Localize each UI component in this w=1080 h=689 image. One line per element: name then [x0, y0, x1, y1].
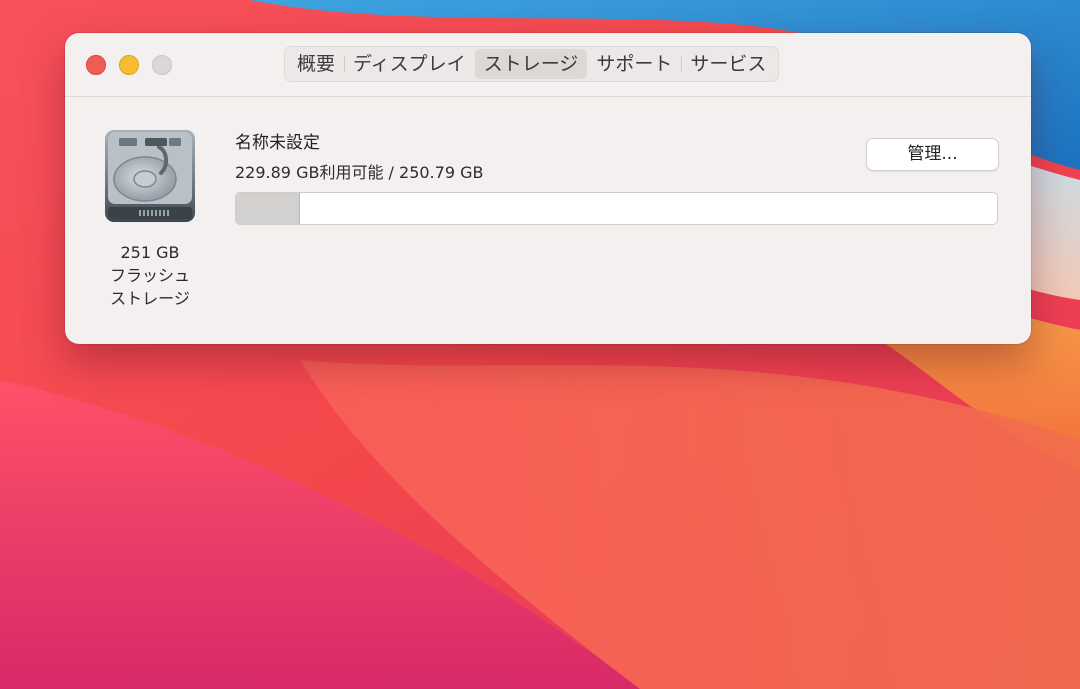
disk-type-label-line1: フラッシュ [109, 266, 190, 285]
tab-service[interactable]: サービス [681, 49, 775, 79]
tab-bar: 概要 ディスプレイ ストレージ サポート サービス [284, 46, 780, 82]
tab-displays[interactable]: ディスプレイ [344, 49, 475, 79]
volume-capacity-text: 229.89 GB利用可能 / 250.79 GB [235, 163, 484, 182]
storage-usage-fill [236, 193, 301, 224]
window-titlebar: 概要 ディスプレイ ストレージ サポート サービス [65, 33, 1031, 97]
zoom-window-button[interactable] [152, 55, 172, 75]
volume-name: 名称未設定 [235, 133, 320, 153]
tab-support[interactable]: サポート [587, 49, 681, 79]
tab-overview[interactable]: 概要 [288, 49, 344, 79]
disk-size-label: 251 GB [120, 243, 180, 262]
close-window-button[interactable] [86, 55, 106, 75]
disk-caption: 251 GB フラッシュ ストレージ [85, 241, 215, 310]
hard-drive-icon [105, 130, 195, 222]
storage-usage-bar [235, 192, 998, 225]
manage-storage-button[interactable]: 管理... [866, 138, 999, 171]
minimize-window-button[interactable] [119, 55, 139, 75]
about-this-mac-window: 概要 ディスプレイ ストレージ サポート サービス 251 GB フラッシュ ス… [65, 33, 1031, 344]
disk-type-label-line2: ストレージ [110, 289, 190, 308]
tab-storage[interactable]: ストレージ [474, 49, 588, 79]
